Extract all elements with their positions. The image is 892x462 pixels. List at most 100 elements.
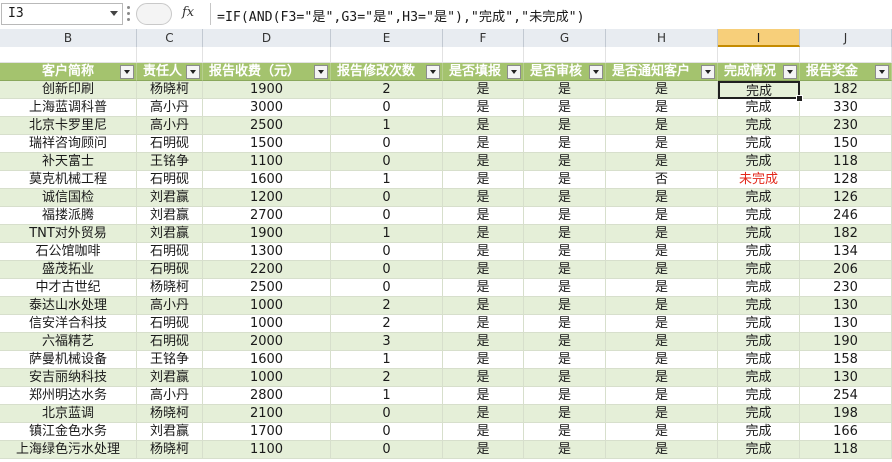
- table-cell[interactable]: 高小丹: [137, 297, 203, 315]
- table-cell[interactable]: 刘君赢: [137, 207, 203, 225]
- table-cell[interactable]: 福搂派腾: [0, 207, 137, 225]
- table-cell[interactable]: 完成: [718, 99, 800, 117]
- table-cell[interactable]: 130: [800, 297, 892, 315]
- table-cell[interactable]: 0: [331, 423, 443, 441]
- header-cell[interactable]: 是否通知客户: [606, 63, 718, 81]
- filter-dropdown-icon[interactable]: [426, 65, 440, 79]
- table-cell[interactable]: 230: [800, 117, 892, 135]
- table-cell[interactable]: 完成: [718, 297, 800, 315]
- table-cell[interactable]: 1900: [203, 225, 331, 243]
- table-cell[interactable]: 是: [443, 333, 524, 351]
- filter-dropdown-icon[interactable]: [783, 65, 797, 79]
- table-cell[interactable]: 是: [524, 351, 606, 369]
- table-cell[interactable]: 130: [800, 369, 892, 387]
- table-cell[interactable]: 是: [606, 423, 718, 441]
- table-cell[interactable]: 1100: [203, 153, 331, 171]
- table-cell[interactable]: 2200: [203, 261, 331, 279]
- table-cell[interactable]: 是: [606, 135, 718, 153]
- table-cell[interactable]: 1: [331, 117, 443, 135]
- table-cell[interactable]: 是: [443, 153, 524, 171]
- table-cell[interactable]: 是: [443, 171, 524, 189]
- table-cell[interactable]: 1: [331, 351, 443, 369]
- table-cell[interactable]: 是: [524, 441, 606, 459]
- table-cell[interactable]: 134: [800, 243, 892, 261]
- fill-handle[interactable]: [796, 95, 803, 102]
- table-cell[interactable]: 是: [606, 261, 718, 279]
- table-cell[interactable]: 是: [606, 117, 718, 135]
- formula-controls[interactable]: [136, 3, 172, 25]
- table-cell[interactable]: 是: [524, 423, 606, 441]
- table-cell[interactable]: 是: [443, 207, 524, 225]
- table-cell[interactable]: 北京蓝调: [0, 405, 137, 423]
- table-cell[interactable]: 完成: [718, 333, 800, 351]
- table-cell[interactable]: 是: [443, 189, 524, 207]
- table-cell[interactable]: 2: [331, 81, 443, 99]
- table-cell[interactable]: 石明砚: [137, 333, 203, 351]
- header-cell[interactable]: 报告奖金: [800, 63, 892, 81]
- table-cell[interactable]: 1100: [203, 441, 331, 459]
- table-cell[interactable]: 石明砚: [137, 171, 203, 189]
- table-cell[interactable]: 126: [800, 189, 892, 207]
- column-header-g[interactable]: G: [524, 29, 606, 47]
- table-cell[interactable]: 完成: [718, 117, 800, 135]
- header-cell[interactable]: 报告修改次数: [331, 63, 443, 81]
- table-cell[interactable]: 是: [443, 405, 524, 423]
- table-cell[interactable]: 0: [331, 243, 443, 261]
- table-cell[interactable]: 是: [524, 297, 606, 315]
- table-cell[interactable]: 信安洋合科技: [0, 315, 137, 333]
- table-cell[interactable]: 泰达山水处理: [0, 297, 137, 315]
- table-cell[interactable]: 1200: [203, 189, 331, 207]
- table-cell[interactable]: 是: [443, 243, 524, 261]
- table-cell[interactable]: 是: [606, 333, 718, 351]
- table-cell[interactable]: 石明砚: [137, 261, 203, 279]
- table-cell[interactable]: 是: [443, 279, 524, 297]
- table-cell[interactable]: 3000: [203, 99, 331, 117]
- cell[interactable]: [0, 47, 137, 63]
- filter-dropdown-icon[interactable]: [701, 65, 715, 79]
- table-cell[interactable]: 2700: [203, 207, 331, 225]
- table-cell[interactable]: 1: [331, 387, 443, 405]
- table-cell[interactable]: 莫克机械工程: [0, 171, 137, 189]
- table-cell[interactable]: 118: [800, 153, 892, 171]
- table-cell[interactable]: 246: [800, 207, 892, 225]
- table-cell[interactable]: 是: [524, 279, 606, 297]
- table-cell[interactable]: 1900: [203, 81, 331, 99]
- table-cell[interactable]: 1000: [203, 315, 331, 333]
- chevron-down-icon[interactable]: [110, 11, 118, 16]
- table-cell[interactable]: 创新印刷: [0, 81, 137, 99]
- table-cell[interactable]: 中才古世纪: [0, 279, 137, 297]
- column-header-f[interactable]: F: [443, 29, 524, 47]
- table-cell[interactable]: 是: [524, 153, 606, 171]
- table-cell[interactable]: 166: [800, 423, 892, 441]
- table-cell[interactable]: 206: [800, 261, 892, 279]
- cell[interactable]: [137, 47, 203, 63]
- column-header-d[interactable]: D: [203, 29, 331, 47]
- table-cell[interactable]: 上海绿色污水处理: [0, 441, 137, 459]
- table-cell[interactable]: 230: [800, 279, 892, 297]
- table-cell[interactable]: 1500: [203, 135, 331, 153]
- table-cell[interactable]: 完成: [718, 261, 800, 279]
- table-cell[interactable]: 是: [443, 369, 524, 387]
- table-cell[interactable]: 2500: [203, 279, 331, 297]
- table-cell[interactable]: 王铭争: [137, 351, 203, 369]
- table-cell[interactable]: 诚信国检: [0, 189, 137, 207]
- table-cell[interactable]: 是: [524, 369, 606, 387]
- table-cell[interactable]: 是: [443, 297, 524, 315]
- table-cell[interactable]: 190: [800, 333, 892, 351]
- table-cell[interactable]: 是: [443, 387, 524, 405]
- table-cell[interactable]: 是: [606, 225, 718, 243]
- table-cell[interactable]: 是: [524, 189, 606, 207]
- table-cell[interactable]: 是: [606, 405, 718, 423]
- table-cell[interactable]: 是: [606, 369, 718, 387]
- column-header-i[interactable]: I: [718, 29, 800, 47]
- table-cell[interactable]: 是: [443, 351, 524, 369]
- table-cell[interactable]: 石明砚: [137, 135, 203, 153]
- table-cell[interactable]: 128: [800, 171, 892, 189]
- table-cell[interactable]: 1600: [203, 171, 331, 189]
- table-cell[interactable]: 高小丹: [137, 117, 203, 135]
- table-cell[interactable]: 是: [524, 135, 606, 153]
- table-cell[interactable]: 镇江金色水务: [0, 423, 137, 441]
- table-cell[interactable]: 130: [800, 315, 892, 333]
- table-cell[interactable]: TNT对外贸易: [0, 225, 137, 243]
- table-cell[interactable]: 刘君赢: [137, 225, 203, 243]
